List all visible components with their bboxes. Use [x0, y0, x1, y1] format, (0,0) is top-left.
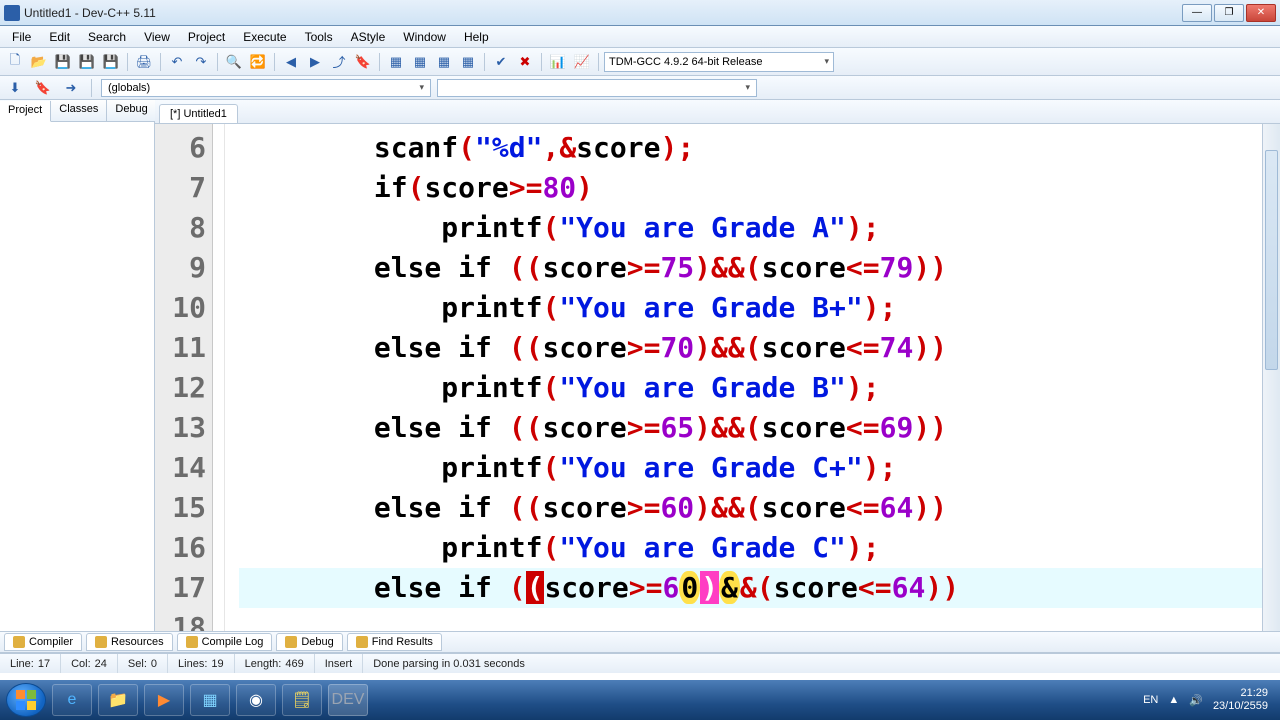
- close-button[interactable]: ✕: [1246, 4, 1276, 22]
- tray-lang[interactable]: EN: [1143, 694, 1158, 706]
- left-tab-debug[interactable]: Debug: [107, 100, 156, 121]
- forward-button[interactable]: ▶: [304, 51, 326, 73]
- menu-file[interactable]: File: [4, 28, 39, 46]
- bookmark-button[interactable]: 🔖: [352, 51, 374, 73]
- windows-taskbar: e 📁 ▶ ▦ ◉ 🗒 DEV EN ▲ 🔊 21:29 23/10/2559: [0, 680, 1280, 720]
- save-button[interactable]: 💾: [52, 51, 74, 73]
- status-length: Length: 469: [235, 654, 315, 673]
- line-number-gutter: 6789101112131415161718: [155, 124, 213, 631]
- undo-button[interactable]: ↶: [166, 51, 188, 73]
- menu-execute[interactable]: Execute: [235, 28, 294, 46]
- tray-flag-icon[interactable]: ▲: [1168, 694, 1179, 706]
- minimize-button[interactable]: —: [1182, 4, 1212, 22]
- open-button[interactable]: 📂: [28, 51, 50, 73]
- debug-button[interactable]: ✔: [490, 51, 512, 73]
- tab-icon: [186, 636, 198, 648]
- menu-window[interactable]: Window: [395, 28, 454, 46]
- fold-strip: [213, 124, 225, 631]
- titlebar: Untitled1 - Dev-C++ 5.11 — ❐ ✕: [0, 0, 1280, 26]
- start-button[interactable]: [6, 683, 46, 717]
- menu-project[interactable]: Project: [180, 28, 233, 46]
- toggle-bookmark-button[interactable]: 🔖: [32, 77, 54, 99]
- insert-button[interactable]: ⬇: [4, 77, 26, 99]
- replace-button[interactable]: 🔁: [247, 51, 269, 73]
- back-button[interactable]: ◀: [280, 51, 302, 73]
- stop-button[interactable]: ✖: [514, 51, 536, 73]
- save-as-button[interactable]: 💾: [100, 51, 122, 73]
- goto-bookmark-button[interactable]: ➜: [60, 77, 82, 99]
- compile-button[interactable]: ▦: [385, 51, 407, 73]
- app-icon: [4, 5, 20, 21]
- status-line: Line: 17: [0, 654, 61, 673]
- function-combo[interactable]: [437, 79, 757, 97]
- vertical-scrollbar[interactable]: [1262, 124, 1280, 631]
- redo-button[interactable]: ↷: [190, 51, 212, 73]
- bottom-tab-resources[interactable]: Resources: [86, 633, 173, 651]
- tab-icon: [95, 636, 107, 648]
- goto-button[interactable]: ⤴: [328, 51, 350, 73]
- left-tab-classes[interactable]: Classes: [51, 100, 107, 121]
- run-button[interactable]: ▦: [409, 51, 431, 73]
- menu-astyle[interactable]: AStyle: [343, 28, 394, 46]
- status-bar: Line: 17 Col: 24 Sel: 0 Lines: 19 Length…: [0, 653, 1280, 673]
- status-mode: Insert: [315, 654, 364, 673]
- toolbar-main: 🗋 📂 💾 💾 💾 🖨 ↶ ↷ 🔍 🔁 ◀ ▶ ⤴ 🔖 ▦ ▦ ▦ ▦ ✔ ✖ …: [0, 48, 1280, 76]
- tray-network-icon[interactable]: 🔊: [1189, 694, 1203, 707]
- profile-button[interactable]: 📊: [547, 51, 569, 73]
- toolbar-nav: ⬇ 🔖 ➜ (globals): [0, 76, 1280, 100]
- status-col: Col: 24: [61, 654, 118, 673]
- menu-tools[interactable]: Tools: [297, 28, 341, 46]
- taskbar-explorer-icon[interactable]: 📁: [98, 684, 138, 716]
- tab-icon: [285, 636, 297, 648]
- menu-view[interactable]: View: [136, 28, 178, 46]
- code-editor[interactable]: scanf("%d",&score); if(score>=80) printf…: [225, 124, 1262, 631]
- taskbar-chrome-icon[interactable]: ◉: [236, 684, 276, 716]
- rebuild-button[interactable]: ▦: [457, 51, 479, 73]
- project-panel-tabs: ProjectClassesDebug: [0, 100, 154, 122]
- maximize-button[interactable]: ❐: [1214, 4, 1244, 22]
- editor-tab-active[interactable]: [*] Untitled1: [159, 104, 238, 123]
- taskbar-ie-icon[interactable]: e: [52, 684, 92, 716]
- bottom-tab-find-results[interactable]: Find Results: [347, 633, 442, 651]
- taskbar-devcpp-icon[interactable]: DEV: [328, 684, 368, 716]
- tray-clock[interactable]: 21:29 23/10/2559: [1213, 687, 1268, 713]
- taskbar-grid-icon[interactable]: ▦: [190, 684, 230, 716]
- output-tabs: CompilerResourcesCompile LogDebug Find Re…: [0, 631, 1280, 653]
- menu-edit[interactable]: Edit: [41, 28, 78, 46]
- bottom-tab-compiler[interactable]: Compiler: [4, 633, 82, 651]
- profile-results-button[interactable]: 📈: [571, 51, 593, 73]
- save-all-button[interactable]: 💾: [76, 51, 98, 73]
- bottom-tab-compile-log[interactable]: Compile Log: [177, 633, 273, 651]
- scrollbar-thumb[interactable]: [1265, 150, 1278, 370]
- taskbar-media-icon[interactable]: ▶: [144, 684, 184, 716]
- tab-icon: [13, 636, 25, 648]
- new-file-button[interactable]: 🗋: [4, 51, 26, 73]
- window-title: Untitled1 - Dev-C++ 5.11: [24, 6, 1182, 20]
- find-button[interactable]: 🔍: [223, 51, 245, 73]
- menubar: FileEditSearchViewProjectExecuteToolsASt…: [0, 26, 1280, 48]
- project-panel: ProjectClassesDebug: [0, 100, 155, 631]
- menu-search[interactable]: Search: [80, 28, 134, 46]
- compile-run-button[interactable]: ▦: [433, 51, 455, 73]
- status-sel: Sel: 0: [118, 654, 168, 673]
- bottom-tab-debug[interactable]: Debug: [276, 633, 342, 651]
- print-button[interactable]: 🖨: [133, 51, 155, 73]
- status-message: Done parsing in 0.031 seconds: [363, 654, 535, 673]
- taskbar-notes-icon[interactable]: 🗒: [282, 684, 322, 716]
- compiler-profile-select[interactable]: TDM-GCC 4.9.2 64-bit Release: [604, 52, 834, 72]
- menu-help[interactable]: Help: [456, 28, 497, 46]
- tab-icon: [356, 636, 368, 648]
- status-lines: Lines: 19: [168, 654, 235, 673]
- scope-combo[interactable]: (globals): [101, 79, 431, 97]
- editor-tabs: [*] Untitled1: [155, 100, 1280, 124]
- left-tab-project[interactable]: Project: [0, 101, 51, 122]
